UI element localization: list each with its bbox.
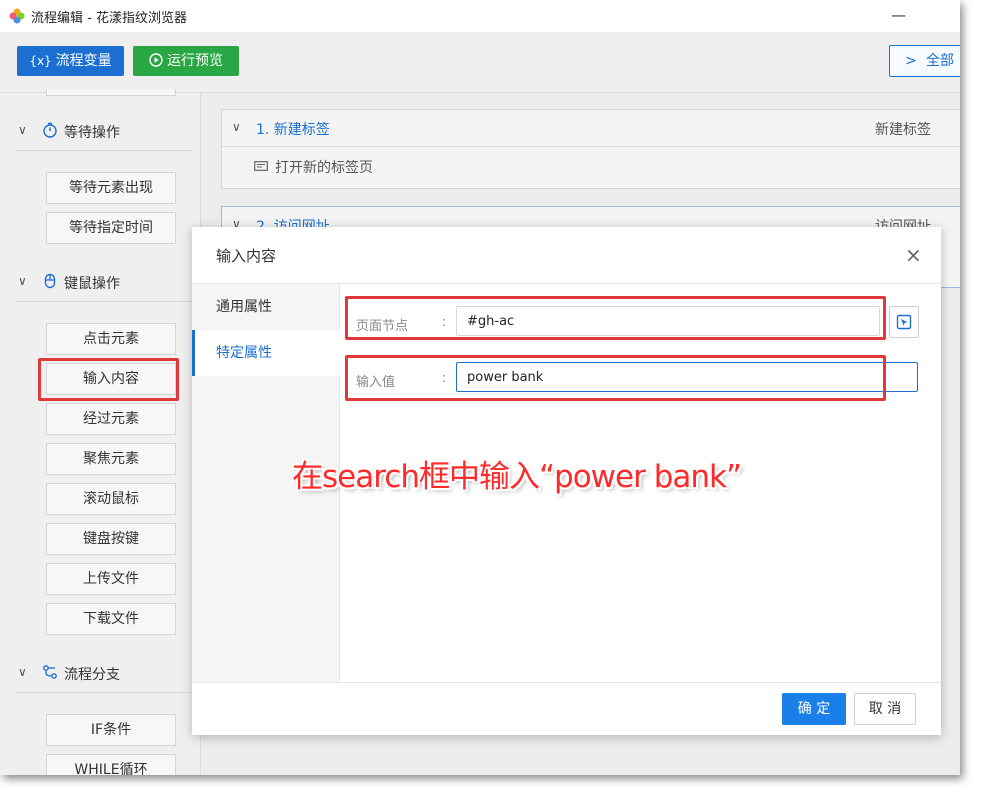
chevron-right-icon: >	[905, 53, 917, 69]
run-preview-label: 运行预览	[167, 53, 223, 69]
close-icon[interactable]: ×	[905, 243, 922, 267]
step-name: 1. 新建标签	[256, 122, 330, 138]
flow-step-card[interactable]: ∨ 1. 新建标签 新建标签 打开新的标签页	[221, 109, 960, 189]
chevron-down-icon: ∨	[232, 120, 241, 134]
highlight-box-page-node	[345, 296, 886, 340]
action-wait-element[interactable]: 等待元素出现	[46, 172, 176, 204]
flow-variables-button[interactable]: {x} 流程变量	[17, 46, 124, 76]
step-kind: 新建标签	[875, 122, 931, 138]
card-divider	[222, 146, 960, 147]
app-logo-icon	[9, 8, 25, 24]
tab-general-properties[interactable]: 通用属性	[192, 284, 339, 331]
action-upload-file[interactable]: 上传文件	[46, 563, 176, 595]
section-label: 等待操作	[64, 125, 120, 141]
flow-variables-label: 流程变量	[55, 53, 112, 69]
dialog-header: 输入内容 ×	[192, 227, 941, 284]
play-circle-icon	[149, 53, 163, 67]
chevron-down-icon: ∨	[18, 665, 27, 679]
tab-label: 通用属性	[216, 299, 272, 315]
minimize-button[interactable]: —	[891, 6, 906, 24]
step-description-text: 打开新的标签页	[275, 160, 373, 176]
section-wait-operations[interactable]: ∨ 等待操作	[16, 114, 192, 151]
action-scroll-mouse[interactable]: 滚动鼠标	[46, 483, 176, 515]
tutorial-annotation: 在search框中输入“power bank”	[292, 459, 742, 495]
section-flow-branch[interactable]: ∨ 流程分支	[16, 656, 192, 693]
section-keyboard-mouse[interactable]: ∨ 键鼠操作	[16, 265, 192, 302]
section-label: 流程分支	[64, 667, 120, 683]
section-label: 键鼠操作	[64, 276, 120, 292]
action-hover-element[interactable]: 经过元素	[46, 403, 176, 435]
action-if-condition[interactable]: IF条件	[46, 714, 176, 746]
pick-element-icon	[896, 314, 912, 330]
element-picker-button[interactable]	[889, 306, 919, 338]
flow-editor-window: 流程编辑 - 花漾指纹浏览器 — {x} 流程变量 运行预览 > 全部 ∨ 等待…	[0, 0, 960, 775]
dialog-title: 输入内容	[216, 247, 277, 265]
title-bar: 流程编辑 - 花漾指纹浏览器 —	[0, 0, 960, 32]
action-key-press[interactable]: 键盘按键	[46, 523, 176, 555]
highlight-box-input-content	[38, 358, 179, 401]
dialog-footer: 确 定 取 消	[192, 682, 941, 736]
comment-icon	[254, 161, 268, 171]
step-description: 打开新的标签页	[254, 157, 373, 177]
toolbar: {x} 流程变量 运行预览 > 全部	[0, 32, 960, 93]
confirm-button[interactable]: 确 定	[782, 693, 846, 725]
chevron-down-icon: ∨	[18, 123, 27, 137]
chevron-down-icon: ∨	[18, 274, 27, 288]
window-title: 流程编辑 - 花漾指纹浏览器	[31, 11, 187, 26]
action-while-loop[interactable]: WHILE循环	[46, 754, 176, 775]
action-wait-time[interactable]: 等待指定时间	[46, 212, 176, 244]
tab-specific-properties[interactable]: 特定属性	[192, 330, 342, 376]
run-preview-button[interactable]: 运行预览	[133, 46, 239, 76]
variable-icon: {x}	[29, 54, 52, 68]
expand-all-label: 全部	[926, 53, 954, 69]
tab-label: 特定属性	[216, 345, 272, 361]
cancel-button[interactable]: 取 消	[854, 693, 916, 725]
expand-all-button[interactable]: > 全部	[889, 45, 960, 77]
timer-icon	[43, 122, 57, 138]
mouse-icon	[44, 273, 56, 289]
action-focus-element[interactable]: 聚焦元素	[46, 443, 176, 475]
action-sidebar: ∨ 等待操作 等待元素出现 等待指定时间 ∨ 键鼠操作 点击元素 输入内容 经过…	[0, 89, 201, 775]
previous-item-edge	[46, 89, 176, 96]
action-download-file[interactable]: 下载文件	[46, 603, 176, 635]
highlight-box-input-value	[345, 355, 886, 401]
branch-icon	[43, 665, 57, 679]
action-click-element[interactable]: 点击元素	[46, 323, 176, 355]
